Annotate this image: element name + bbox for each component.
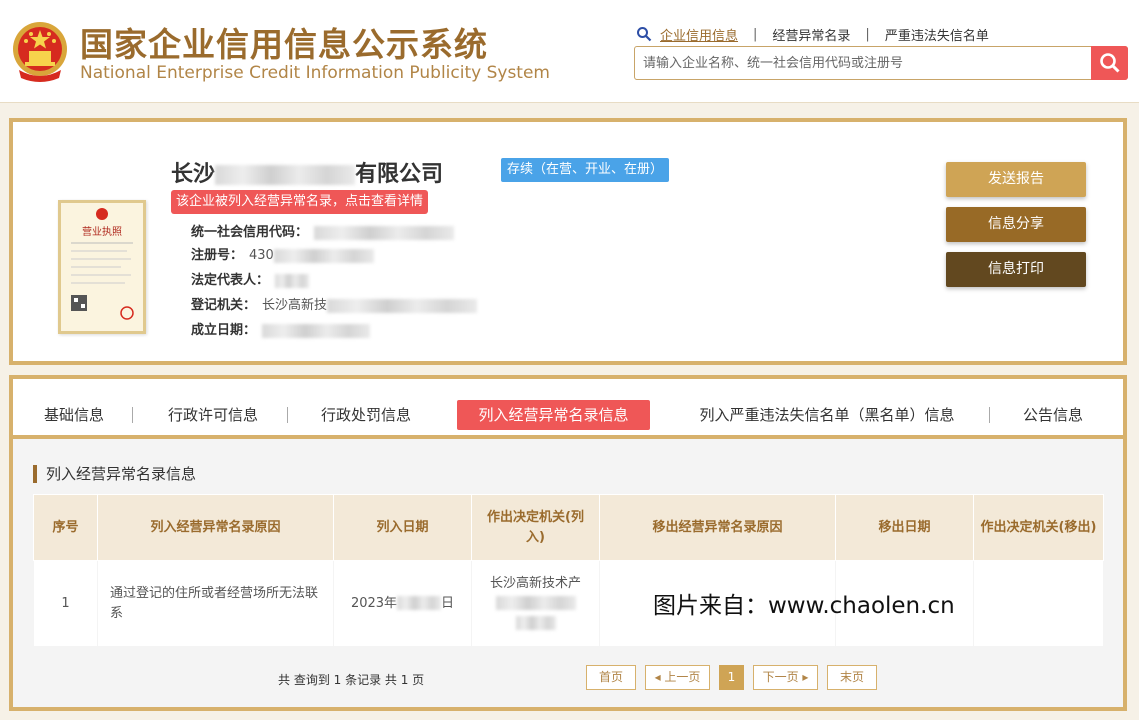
column-header: 作出决定机关(列入) [471,494,600,561]
nav-blacklist[interactable]: 严重违法失信名单 [885,25,989,44]
first-page-button[interactable]: 首页 [586,665,636,690]
site-title: 国家企业信用信息公示系统 [80,25,488,64]
redacted-text [495,596,576,610]
section-title: 列入经营异常名录信息 [33,465,196,483]
tab-admin-license[interactable]: 行政许可信息 [158,400,268,430]
column-header: 列入经营异常名录原因 [97,494,334,561]
nav-separator: | [865,26,870,42]
redacted-text [314,225,455,240]
business-license-thumbnail[interactable]: 营业执照 [58,200,146,334]
detail-panel: 基础信息 行政许可信息 行政处罚信息 列入经营异常名录信息 列入严重违法失信名单… [9,375,1127,711]
watermark: 图片来自：www.chaolen.cn [653,593,955,619]
tab-announcements[interactable]: 公告信息 [1013,400,1093,430]
tab-separator [287,407,288,423]
column-header: 作出决定机关(移出) [973,494,1104,561]
tab-separator [132,407,133,423]
cell-no: 1 [33,560,98,647]
redacted-text [275,273,310,288]
column-header: 移出经营异常名录原因 [599,494,836,561]
tab-bar: 基础信息 行政许可信息 行政处罚信息 列入经营异常名录信息 列入严重违法失信名单… [13,379,1123,439]
next-page-button[interactable]: 下一页 ▸ [753,665,818,690]
print-info-button[interactable]: 信息打印 [946,252,1086,287]
redacted-text [262,323,371,338]
column-header: 列入日期 [333,494,472,561]
cell-removal-authority [973,560,1104,647]
search-bar [634,46,1128,80]
company-summary-panel: 营业执照 长沙 有限公司 存续（在营、开业、在册） 该企业被列入经营异常名录，点击… [9,118,1127,365]
abnormal-alert-link[interactable]: 该企业被列入经营异常名录，点击查看详情 [171,190,429,214]
pagination-info: 共 查询到 1 条记录 共 1 页 [278,673,425,687]
status-badge: 存续（在营、开业、在册） [501,158,670,182]
nav-credit-info[interactable]: 企业信用信息 [660,25,738,44]
search-icon [1099,53,1120,73]
prev-page-button[interactable]: ◂ 上一页 [645,665,710,690]
national-emblem-icon [13,22,67,82]
top-nav: 企业信用信息 | 经营异常名录 | 严重违法失信名单 [636,24,989,44]
search-input[interactable] [635,47,1091,79]
abnormal-list-table: 序号 列入经营异常名录原因 列入日期 作出决定机关(列入) 移出经营异常名录原因… [33,494,1104,647]
cell-authority: 长沙高新技术产 [471,560,600,647]
chevron-right-icon: ▸ [798,670,809,684]
search-icon [637,27,652,42]
tab-blacklist[interactable]: 列入严重违法失信名单（黑名单）信息 [687,400,967,430]
tab-basic-info[interactable]: 基础信息 [39,400,109,430]
chevron-left-icon: ◂ [654,670,665,684]
field-est-date: 成立日期： [191,321,371,341]
last-page-button[interactable]: 末页 [827,665,877,690]
tab-content: 列入经营异常名录信息 序号 列入经营异常名录原因 列入日期 作出决定机关(列入)… [13,439,1123,707]
column-header: 序号 [33,494,98,561]
tab-admin-penalty[interactable]: 行政处罚信息 [311,400,421,430]
field-reg-no: 注册号： 430 [191,246,374,266]
share-info-button[interactable]: 信息分享 [946,207,1086,242]
nav-abnormal-list[interactable]: 经营异常名录 [772,25,850,44]
site-header: 国家企业信用信息公示系统 National Enterprise Credit … [0,0,1139,103]
cell-reason: 通过登记的住所或者经营场所无法联系 [97,560,334,647]
field-reg-authority: 登记机关： 长沙高新技 [191,296,478,316]
redacted-text [215,165,356,185]
table-header-row: 序号 列入经营异常名录原因 列入日期 作出决定机关(列入) 移出经营异常名录原因… [33,494,1104,561]
redacted-text [327,298,478,313]
tab-abnormal-list[interactable]: 列入经营异常名录信息 [457,400,650,430]
license-title: 营业执照 [82,225,122,238]
license-image-icon: 营业执照 [71,208,134,320]
site-title-en: National Enterprise Credit Information P… [80,63,550,83]
nav-separator: | [753,26,758,42]
redacted-text [515,616,556,630]
redacted-text [397,596,442,610]
send-report-button[interactable]: 发送报告 [946,162,1086,197]
company-name: 长沙 有限公司 [171,162,444,187]
column-header: 移出日期 [835,494,974,561]
search-button[interactable] [1091,46,1128,80]
cell-date: 2023年日 [333,560,472,647]
tab-separator [989,407,990,423]
field-legal-rep: 法定代表人： [191,271,310,291]
field-credit-code: 统一社会信用代码： [191,223,455,243]
current-page-button[interactable]: 1 [719,665,744,690]
redacted-text [273,248,374,263]
